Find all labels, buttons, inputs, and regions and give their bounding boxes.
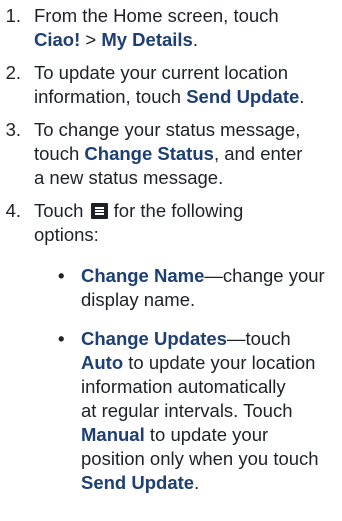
text-run: . <box>299 86 305 107</box>
text-run: position only when you touch <box>81 448 319 469</box>
ui-term-change-status: Change Status <box>84 143 214 164</box>
step-text: To update your current location informat… <box>34 61 334 109</box>
step-line: Touch for the following <box>34 199 334 223</box>
text-run: —touch <box>226 328 291 349</box>
ui-term-change-updates: Change Updates <box>81 328 227 349</box>
text-run: at regular intervals. Touch <box>81 400 293 421</box>
step-line: Ciao! > My Details. <box>34 28 334 52</box>
option-line: Send Update. <box>81 471 342 495</box>
option-line: at regular intervals. Touch <box>81 399 342 423</box>
ui-term-manual: Manual <box>81 424 145 445</box>
text-run: To update your current location <box>34 62 289 83</box>
text-run: information, touch <box>34 86 187 107</box>
ui-term-change-name: Change Name <box>81 265 205 286</box>
ui-term-my-details: My Details <box>101 29 193 50</box>
text-run: . <box>192 29 198 50</box>
ui-term-send-update: Send Update <box>81 472 195 493</box>
option-text: Change Updates—touch Auto to update your… <box>81 327 342 495</box>
text-run: options: <box>34 224 99 245</box>
menu-icon <box>90 203 108 219</box>
ui-term-send-update: Send Update <box>186 86 300 107</box>
option-text: Change Name—change your display name. <box>81 264 342 312</box>
ui-term-auto: Auto <box>81 352 124 373</box>
option-line: Manual to update your <box>81 423 342 447</box>
step-number: 1. <box>5 5 21 26</box>
option-line: information automatically <box>81 375 342 399</box>
step-line: To update your current location <box>34 61 334 85</box>
step-line: options: <box>34 223 334 247</box>
bullet-symbol: • <box>58 328 65 349</box>
option-line: Change Name—change your <box>81 264 342 288</box>
step-number: 2. <box>5 62 21 83</box>
step-text: Touch for the following options: <box>34 199 334 247</box>
option-line: position only when you touch <box>81 447 342 471</box>
option-line: Auto to update your location <box>81 351 342 375</box>
text-run: touch <box>34 143 85 164</box>
text-run: a new status message. <box>34 167 224 188</box>
text-run: . <box>194 472 200 493</box>
step-line: From the Home screen, touch <box>34 4 334 28</box>
option-line: Change Updates—touch <box>81 327 342 351</box>
text-run: —change your <box>204 265 325 286</box>
text-run: display name. <box>81 289 196 310</box>
text-run: , and enter <box>213 143 303 164</box>
step-number: 4. <box>5 200 21 221</box>
text-run: To change your status message, <box>34 119 301 140</box>
step-line: To change your status message, <box>34 118 334 142</box>
text-run: > <box>80 29 102 50</box>
step-line: touch Change Status, and enter <box>34 142 334 166</box>
text-run: Touch <box>34 200 89 221</box>
step-number: 3. <box>5 119 21 140</box>
text-run: to update your location <box>123 352 316 373</box>
bullet-symbol: • <box>58 265 65 286</box>
step-text: From the Home screen, touch Ciao! > My D… <box>34 4 334 52</box>
step-text: To change your status message, touch Cha… <box>34 118 334 190</box>
text-run: information automatically <box>81 376 286 397</box>
ui-term-ciao: Ciao! <box>34 29 81 50</box>
text-run: for the following <box>113 200 244 221</box>
step-line: a new status message. <box>34 166 334 190</box>
step-line: information, touch Send Update. <box>34 85 334 109</box>
option-line: display name. <box>81 288 342 312</box>
text-run: to update your <box>144 424 269 445</box>
text-run: From the Home screen, touch <box>34 5 279 26</box>
